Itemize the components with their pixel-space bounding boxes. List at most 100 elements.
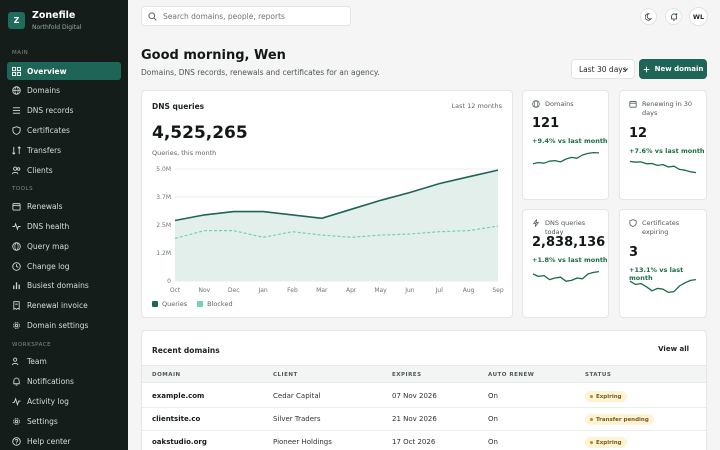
sidebar-item-label: Busiest domains xyxy=(27,280,89,290)
sparkline xyxy=(629,160,697,174)
dns-queries-card: DNS queries Last 12 months 4,525,265 Que… xyxy=(141,90,513,318)
x-tick-label: Apr xyxy=(346,287,357,294)
sidebar-item-label: Query map xyxy=(27,241,69,251)
sidebar-item-change-log[interactable]: Change log xyxy=(7,257,121,275)
sidebar-item-renewals[interactable]: Renewals xyxy=(7,197,121,215)
recent-domains-card: Recent domains View all DOMAIN CLIENT EX… xyxy=(141,330,707,450)
sidebar-item-activity-log[interactable]: Activity log xyxy=(7,392,121,410)
sidebar-item-label: Settings xyxy=(27,416,58,426)
column-header-status[interactable]: STATUS xyxy=(585,372,611,378)
legend-swatch-blocked xyxy=(197,301,204,307)
x-tick-label: Mar xyxy=(316,287,328,294)
sidebar-item-label: Domains xyxy=(27,85,61,95)
sidebar-item-query-map[interactable]: Query map xyxy=(7,237,121,255)
view-all-link[interactable]: View all xyxy=(658,345,689,353)
brand[interactable]: Z Zonefile Northfold Digital xyxy=(8,10,81,32)
sidebar-item-dns-health[interactable]: DNS health xyxy=(7,217,121,235)
user-avatar[interactable]: WL xyxy=(689,7,708,26)
column-header-expires[interactable]: EXPIRES xyxy=(392,372,422,378)
search-icon xyxy=(148,11,157,21)
search-box[interactable] xyxy=(141,6,351,26)
sidebar-item-label: Notifications xyxy=(27,376,74,386)
sidebar-item-dns-records[interactable]: DNS records xyxy=(7,101,121,119)
dns-total: 4,525,265 xyxy=(152,123,248,143)
pulse-icon xyxy=(12,221,21,231)
column-header-domain[interactable]: DOMAIN xyxy=(152,372,181,378)
sidebar-item-label: Clients xyxy=(27,165,53,175)
gear-icon xyxy=(13,417,20,425)
stat-card-renewing[interactable]: Renewing in 30 days 12 +7.6% vs last mon… xyxy=(619,90,707,200)
column-header-client[interactable]: CLIENT xyxy=(273,372,298,378)
x-tick-label: Oct xyxy=(170,287,181,294)
cell-expires: 17 Oct 2026 xyxy=(392,438,436,446)
sparkline xyxy=(629,278,697,294)
list-icon xyxy=(12,106,21,114)
stat-value: 2,838,136 xyxy=(532,235,606,250)
page-subtitle: Domains, DNS records, renewals and certi… xyxy=(141,68,380,77)
sidebar-item-help-center[interactable]: Help center xyxy=(7,432,121,450)
bolt-icon xyxy=(532,219,540,227)
y-tick-label: 1.2M xyxy=(156,250,171,257)
page-title: Good morning, Wen xyxy=(141,48,286,63)
stat-card-certificates[interactable]: Certificates expiring 3 +13.1% vs last m… xyxy=(619,209,707,318)
chevron-down-icon xyxy=(623,68,628,72)
cell-domain[interactable]: example.com xyxy=(152,392,204,400)
cell-domain[interactable]: clientsite.co xyxy=(152,415,200,423)
stat-card-dns-today[interactable]: DNS queries today 2,838,136 +1.8% vs las… xyxy=(522,209,609,318)
grid-icon xyxy=(12,66,21,76)
sidebar-item-team[interactable]: Team xyxy=(7,352,121,370)
calendar-icon xyxy=(629,101,637,108)
sidebar-item-certificates[interactable]: Certificates xyxy=(7,121,121,139)
card-title: DNS queries xyxy=(152,102,205,111)
cell-auto-renew: On xyxy=(488,438,498,446)
cell-auto-renew: On xyxy=(488,415,498,423)
calendar-icon xyxy=(12,202,21,211)
globe-icon xyxy=(12,241,21,251)
new-domain-button[interactable]: New domain xyxy=(639,59,707,79)
sidebar-item-label: Certificates xyxy=(27,125,70,135)
sidebar-item-renewal-invoice[interactable]: Renewal invoice xyxy=(7,296,121,314)
table-row[interactable]: example.com Cedar Capital 07 Nov 2026 On… xyxy=(142,385,706,408)
cell-expires: 07 Nov 2026 xyxy=(392,392,437,400)
stat-delta: +1.8% vs last month xyxy=(532,256,608,264)
sparkline-path xyxy=(629,160,697,174)
sidebar-item-transfers[interactable]: Transfers xyxy=(7,141,121,159)
new-domain-label: New domain xyxy=(654,65,704,73)
sidebar-item-clients[interactable]: Clients xyxy=(7,161,121,179)
x-tick-label: May xyxy=(374,287,387,294)
x-tick-label: Jul xyxy=(435,287,444,294)
sidebar-item-label: DNS health xyxy=(27,221,70,231)
globe-icon xyxy=(532,100,540,108)
shield-icon xyxy=(629,219,637,227)
table-row[interactable]: clientsite.co Silver Traders 21 Nov 2026… xyxy=(142,408,706,431)
stat-card-domains[interactable]: Domains 121 +9.4% vs last month xyxy=(522,90,609,200)
dns-queries-chart: 0 1.2M 2.5M 3.7M 5.0M Oct Nov Dec Jan Feb Mar Apr Ma… xyxy=(156,166,504,294)
sidebar-item-domain-settings[interactable]: Domain settings xyxy=(7,316,121,334)
sidebar-item-domains[interactable]: Domains xyxy=(7,81,121,99)
sidebar-item-notifications[interactable]: Notifications xyxy=(7,372,121,390)
chart-legend: Queries Blocked xyxy=(152,300,233,308)
table-row[interactable]: oakstudio.org Pioneer Holdings 17 Oct 20… xyxy=(142,431,706,450)
sidebar-item-label: Renewal invoice xyxy=(27,300,88,310)
x-tick-label: Jun xyxy=(404,287,415,294)
search-input[interactable] xyxy=(163,11,343,21)
notifications-button[interactable] xyxy=(665,8,682,25)
card-title: Recent domains xyxy=(152,346,220,355)
sidebar-item-settings[interactable]: Settings xyxy=(7,412,121,430)
column-header-auto-renew[interactable]: AUTO RENEW xyxy=(488,372,534,378)
y-tick-label: 0 xyxy=(167,278,171,285)
theme-toggle-button[interactable] xyxy=(640,8,657,25)
cell-domain[interactable]: oakstudio.org xyxy=(152,438,207,446)
stat-label: Domains xyxy=(545,100,574,108)
bell-icon xyxy=(670,12,677,21)
period-select[interactable]: Last 30 days xyxy=(571,59,635,79)
sidebar-item-label: Renewals xyxy=(27,201,63,211)
sparkline-path xyxy=(532,151,600,165)
stat-label: Renewing in 30 days xyxy=(642,100,693,117)
sidebar-item-label: Overview xyxy=(27,66,67,76)
series-area-queries xyxy=(175,170,498,281)
sidebar-item-overview[interactable]: Overview xyxy=(7,62,121,80)
cell-expires: 21 Nov 2026 xyxy=(392,415,437,423)
help-icon xyxy=(12,436,21,446)
sidebar-item-busiest-domains[interactable]: Busiest domains xyxy=(7,276,121,294)
